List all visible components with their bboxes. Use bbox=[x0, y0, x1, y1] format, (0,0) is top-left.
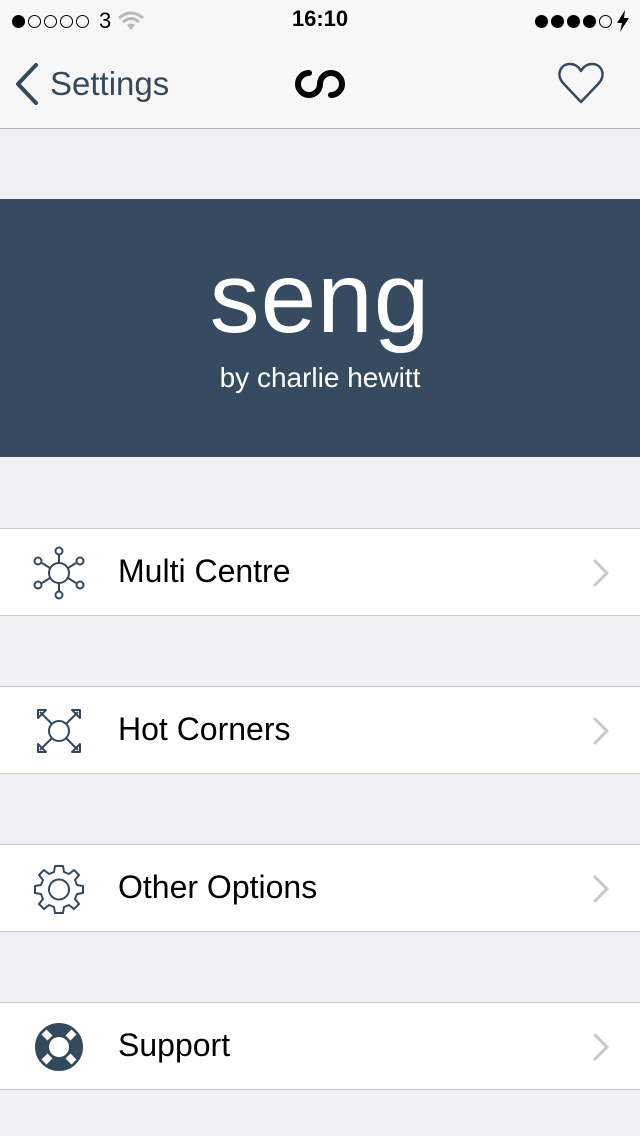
app-title: seng bbox=[209, 242, 431, 354]
navigation-bar: Settings bbox=[0, 40, 640, 129]
chevron-left-icon bbox=[16, 63, 38, 105]
seng-logo bbox=[295, 70, 345, 98]
back-button[interactable]: Settings bbox=[14, 60, 169, 108]
battery-dot bbox=[599, 14, 612, 28]
app-banner: seng by charlie hewitt bbox=[0, 199, 640, 457]
menu-item-label: Other Options bbox=[118, 869, 318, 905]
battery-dot bbox=[551, 14, 564, 28]
hub-icon bbox=[33, 546, 85, 600]
battery-status bbox=[535, 8, 630, 34]
app-author: by charlie hewitt bbox=[219, 362, 421, 393]
gear-icon bbox=[34, 865, 84, 914]
menu-item-support[interactable]: Support bbox=[0, 1002, 640, 1090]
battery-dot bbox=[567, 14, 580, 28]
menu-item-hot-corners[interactable]: Hot Corners bbox=[0, 686, 640, 774]
battery-dot bbox=[583, 14, 596, 28]
charging-bolt-icon bbox=[617, 10, 629, 32]
menu-item-other-options[interactable]: Other Options bbox=[0, 844, 640, 932]
corners-arrows-icon bbox=[37, 709, 81, 753]
back-button-label: Settings bbox=[50, 65, 170, 102]
battery-dot bbox=[535, 14, 548, 28]
heart-icon[interactable] bbox=[556, 58, 606, 108]
lifebuoy-icon bbox=[35, 1023, 83, 1071]
menu-item-label: Multi Centre bbox=[118, 553, 291, 589]
menu-item-label: Hot Corners bbox=[118, 711, 291, 747]
battery-dots bbox=[535, 14, 612, 28]
chevron-right-icon bbox=[593, 875, 609, 903]
chevron-right-icon bbox=[593, 1033, 609, 1061]
chevron-right-icon bbox=[593, 717, 609, 745]
status-bar: 3 16:10 bbox=[0, 0, 640, 40]
menu-item-label: Support bbox=[118, 1027, 231, 1063]
menu-item-multi-centre[interactable]: Multi Centre bbox=[0, 528, 640, 616]
chevron-right-icon bbox=[593, 559, 609, 587]
